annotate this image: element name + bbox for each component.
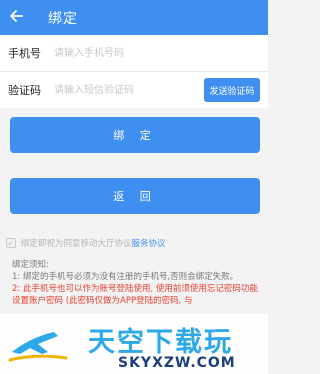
phone-input[interactable]	[54, 41, 254, 65]
back-button[interactable]: 返 回	[10, 178, 260, 214]
agreement-text: 绑定即视为同意移动大厅协议	[21, 239, 132, 249]
agreement-row: ✓ 绑定即视为同意移动大厅协议 服务协议	[6, 236, 166, 250]
phone-label: 手机号	[8, 47, 41, 60]
watermark-overlay: 天空下载玩 SKYXZW.COM	[0, 314, 268, 374]
arrow-left-icon	[10, 10, 23, 22]
phone-row: 手机号	[0, 35, 268, 71]
back-arrow-button[interactable]	[4, 4, 28, 28]
app-header: 绑定	[0, 0, 268, 35]
notice-item-2: 2: 此手机号也可以作为账号登陆使用, 使用前须使用忘记密码功能设置账户密码 (…	[12, 284, 258, 306]
bind-button[interactable]: 绑 定	[10, 117, 260, 153]
watermark-brand: 天空下载玩	[88, 327, 233, 358]
notice-title: 绑定须知:	[12, 260, 49, 270]
code-input[interactable]	[54, 78, 194, 102]
service-agreement-link[interactable]: 服务协议	[132, 237, 166, 249]
page-title: 绑定	[48, 11, 78, 27]
send-code-button[interactable]: 发送验证码	[204, 78, 260, 102]
agree-checkbox[interactable]: ✓	[6, 238, 16, 248]
binding-notice: 绑定须知: 1: 绑定的手机号必须为没有注册的手机号,否则会绑定失败。 2: 此…	[12, 259, 262, 307]
notice-item-1: 1: 绑定的手机号必须为没有注册的手机号,否则会绑定失败。	[12, 272, 239, 282]
watermark-site: SKYXZW.COM	[118, 355, 236, 371]
code-row: 验证码 发送验证码	[0, 72, 268, 108]
airplane-logo-icon	[8, 332, 68, 362]
code-label: 验证码	[8, 84, 41, 97]
